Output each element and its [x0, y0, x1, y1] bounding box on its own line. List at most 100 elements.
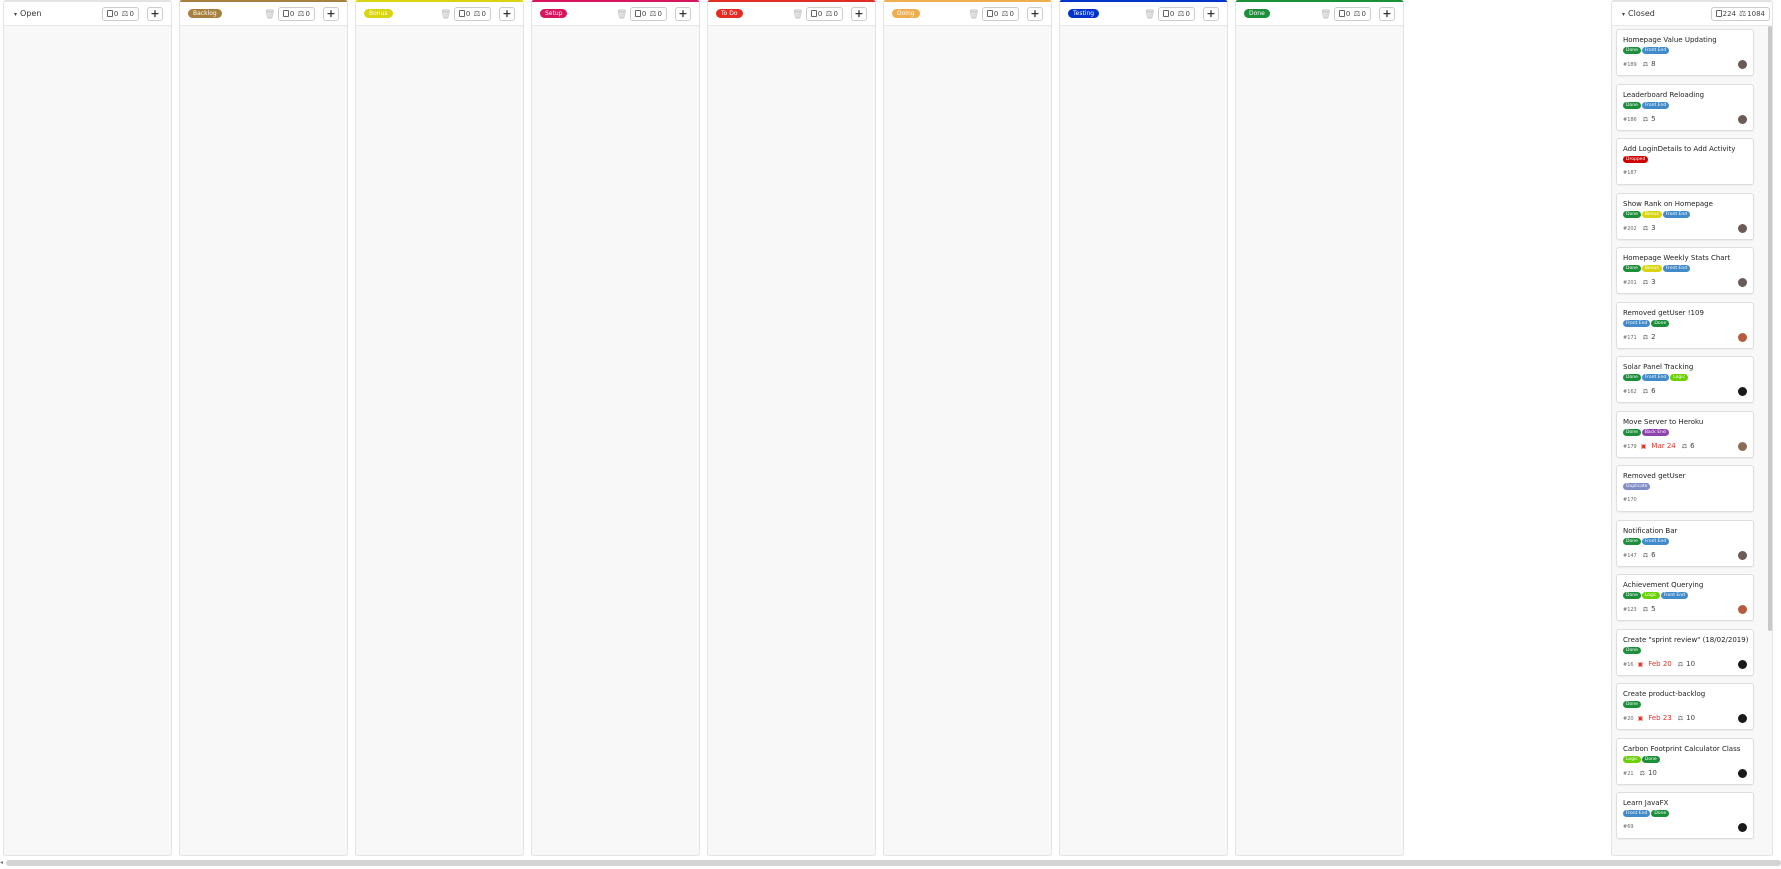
assignee-avatar[interactable]: [1738, 768, 1747, 778]
issue-id[interactable]: #20: [1623, 716, 1634, 722]
issue-label[interactable]: Done: [1623, 374, 1641, 381]
issue-label[interactable]: Front End: [1662, 210, 1691, 218]
issue-title[interactable]: Removed getUser !109: [1623, 309, 1704, 318]
assignee-avatar[interactable]: [1738, 114, 1747, 124]
issue-id[interactable]: #189: [1623, 62, 1637, 68]
add-issue-button[interactable]: +: [1203, 7, 1219, 21]
issue-title[interactable]: Homepage Value Updating: [1623, 36, 1717, 45]
add-issue-button[interactable]: +: [499, 7, 515, 21]
assignee-avatar[interactable]: [1738, 823, 1747, 832]
add-issue-button[interactable]: +: [1379, 7, 1395, 21]
column-title[interactable]: ▾ Open: [14, 8, 41, 21]
issue-title[interactable]: Create "sprint review" (18/02/2019): [1623, 636, 1748, 645]
delete-list-icon[interactable]: 🗑: [792, 9, 803, 21]
issue-card[interactable]: Add LoginDetails to Add Activity Dropped #…: [1616, 138, 1754, 185]
issue-label[interactable]: Done: [1623, 47, 1641, 54]
assignee-avatar[interactable]: [1738, 223, 1747, 233]
delete-list-icon[interactable]: 🗑: [1320, 9, 1331, 21]
issue-label[interactable]: Front End: [1641, 47, 1670, 54]
issue-card[interactable]: Move Server to Heroku Done Back End #179 ▣ Ma…: [1616, 410, 1754, 458]
issue-id[interactable]: #179: [1623, 444, 1637, 450]
issue-id[interactable]: #171: [1623, 335, 1637, 341]
delete-list-icon[interactable]: 🗑: [1144, 9, 1155, 21]
issue-label[interactable]: Logic: [1641, 592, 1660, 599]
issue-label[interactable]: Duplicate: [1623, 483, 1651, 490]
issue-title[interactable]: Achievement Querying: [1623, 581, 1703, 590]
issue-id[interactable]: #147: [1623, 553, 1637, 559]
issue-label[interactable]: Front End: [1662, 265, 1691, 272]
issue-title[interactable]: Add LoginDetails to Add Activity: [1623, 145, 1735, 154]
assignee-avatar[interactable]: [1738, 550, 1747, 560]
issue-label[interactable]: Done: [1623, 428, 1641, 436]
issue-title[interactable]: Solar Panel Tracking: [1623, 363, 1693, 372]
delete-list-icon[interactable]: 🗑: [968, 9, 979, 21]
issue-label[interactable]: Done: [1623, 210, 1641, 218]
assignee-avatar[interactable]: [1738, 714, 1747, 723]
issue-label[interactable]: Logic: [1670, 374, 1688, 381]
issue-label[interactable]: Front End: [1641, 374, 1670, 381]
issue-label[interactable]: Front End: [1641, 101, 1670, 109]
assignee-avatar[interactable]: [1738, 659, 1747, 669]
issue-card[interactable]: Leaderboard Reloading Done Front End #186 ⚖ 5: [1616, 83, 1754, 131]
assignee-avatar[interactable]: [1738, 332, 1747, 342]
issue-title[interactable]: Leaderboard Reloading: [1623, 91, 1704, 100]
issue-label[interactable]: Done: [1623, 265, 1641, 272]
issue-id[interactable]: #21: [1623, 771, 1634, 777]
issue-label[interactable]: Bonus: [1641, 210, 1662, 218]
issue-label[interactable]: Back End: [1641, 428, 1669, 436]
issue-title[interactable]: Notification Bar: [1623, 527, 1677, 536]
issue-card[interactable]: Carbon Footprint Calculator Class Logic Do…: [1616, 737, 1754, 785]
assignee-avatar[interactable]: [1738, 605, 1747, 614]
issue-id[interactable]: #123: [1623, 607, 1637, 613]
issue-card[interactable]: Solar Panel Tracking Done Front End Logic #1…: [1616, 356, 1754, 403]
add-issue-button[interactable]: +: [675, 7, 691, 21]
issue-label[interactable]: Done: [1623, 537, 1641, 545]
issue-label[interactable]: Front End: [1623, 319, 1651, 327]
issue-card[interactable]: Create "sprint review" (18/02/2019) Done #…: [1616, 628, 1754, 676]
issue-card[interactable]: Show Rank on Homepage Done Bonus Front End #…: [1616, 192, 1754, 240]
column-title[interactable]: ▾ Closed: [1622, 8, 1655, 21]
issue-card[interactable]: Removed getUser Duplicate #170: [1616, 465, 1754, 512]
issue-label[interactable]: Front End: [1623, 810, 1651, 817]
assignee-avatar[interactable]: [1738, 387, 1747, 396]
add-issue-button[interactable]: +: [851, 7, 867, 21]
issue-title[interactable]: Show Rank on Homepage: [1623, 200, 1713, 209]
caret-down-icon[interactable]: ▾: [14, 11, 17, 18]
issue-id[interactable]: #187: [1623, 170, 1637, 176]
horizontal-scrollbar[interactable]: [6, 860, 1781, 866]
issue-id[interactable]: #186: [1623, 117, 1637, 123]
assignee-avatar[interactable]: [1738, 441, 1747, 451]
issue-label[interactable]: Done: [1623, 701, 1641, 708]
issue-label[interactable]: Dropped: [1623, 156, 1649, 163]
issue-title[interactable]: Learn JavaFX: [1623, 799, 1668, 808]
add-issue-button[interactable]: +: [323, 7, 339, 21]
issue-label[interactable]: Done: [1651, 810, 1670, 817]
assignee-avatar[interactable]: [1738, 278, 1747, 287]
issue-id[interactable]: #69: [1623, 824, 1634, 830]
issue-id[interactable]: #16: [1623, 662, 1634, 668]
vertical-scrollbar[interactable]: [1768, 26, 1772, 631]
issue-id[interactable]: #201: [1623, 280, 1637, 286]
issue-label[interactable]: Bonus: [1641, 265, 1662, 272]
issue-card[interactable]: Achievement Querying Done Logic Front End #1…: [1616, 574, 1754, 621]
issue-card[interactable]: Removed getUser !109 Front End Done #171 ⚖ 2: [1616, 301, 1754, 349]
issue-card[interactable]: Learn JavaFX Front End Done #69: [1616, 792, 1754, 839]
issue-label[interactable]: Done: [1623, 592, 1641, 599]
issue-title[interactable]: Removed getUser: [1623, 472, 1686, 481]
issue-label[interactable]: Front End: [1641, 537, 1670, 545]
issue-card[interactable]: Create product-backlog Done #20 ▣ Feb 23 ⚖ 10: [1616, 683, 1754, 730]
issue-title[interactable]: Move Server to Heroku: [1623, 418, 1703, 427]
add-issue-button[interactable]: +: [147, 7, 163, 21]
issue-label[interactable]: Done: [1623, 101, 1641, 109]
issue-title[interactable]: Homepage Weekly Stats Chart: [1623, 254, 1730, 263]
issue-card[interactable]: Notification Bar Done Front End #147 ⚖ 6: [1616, 519, 1754, 567]
add-issue-button[interactable]: +: [1027, 7, 1043, 21]
issue-card[interactable]: Homepage Value Updating Done Front End #189…: [1616, 29, 1754, 76]
issue-id[interactable]: #202: [1623, 226, 1637, 232]
caret-down-icon[interactable]: ▾: [1622, 11, 1625, 18]
issue-label[interactable]: Done: [1641, 755, 1660, 763]
issue-card[interactable]: Homepage Weekly Stats Chart Done Bonus Fron…: [1616, 247, 1754, 294]
assignee-avatar[interactable]: [1738, 60, 1747, 69]
issue-id[interactable]: #170: [1623, 497, 1637, 503]
issue-title[interactable]: Create product-backlog: [1623, 690, 1705, 699]
